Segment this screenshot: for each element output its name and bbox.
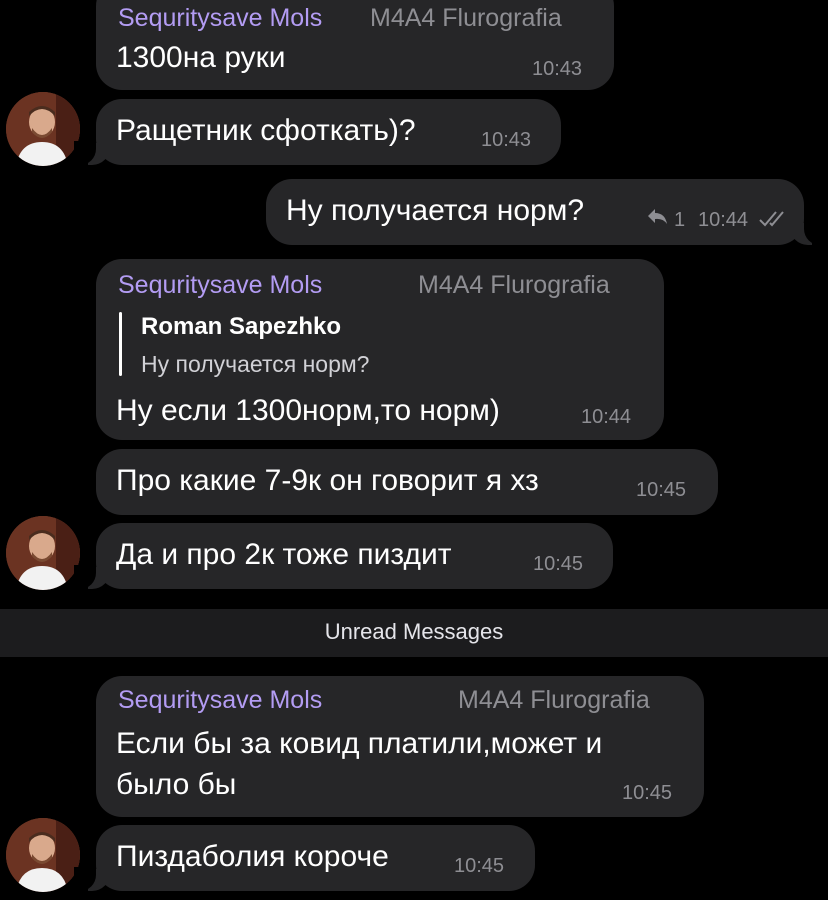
read-receipt-icon — [758, 209, 792, 235]
message-text-line: было бы — [116, 768, 237, 801]
avatar[interactable] — [6, 818, 80, 892]
sender-channel: M4A4 Flurografia — [370, 4, 562, 32]
sender-name[interactable]: Sequritysave Mols — [118, 271, 322, 300]
message-bubble[interactable]: Sequritysave Mols M4A4 Flurografia Если … — [96, 676, 704, 817]
avatar[interactable] — [6, 516, 80, 590]
sender-channel: M4A4 Flurografia — [458, 686, 650, 714]
message-text-line: Если бы за ковид платили,может и — [116, 727, 603, 760]
outgoing-message-bubble[interactable]: Ну получается норм? 1 10:44 — [266, 179, 826, 245]
message-time: 10:44 — [581, 406, 632, 428]
sender-name[interactable]: Sequritysave Mols — [118, 686, 322, 715]
unread-divider: Unread Messages — [0, 609, 828, 657]
message-text: Ну если 1300норм,то норм) — [116, 394, 500, 427]
message-time: 10:43 — [532, 58, 583, 80]
message-text: Про какие 7-9к он говорит я хз — [116, 464, 539, 497]
message-bubble[interactable]: Пиздаболия короче 10:45 — [74, 825, 535, 891]
message-time: 10:45 — [622, 782, 673, 804]
reply-count: 1 — [674, 209, 686, 231]
message-text: Да и про 2к тоже пиздит — [116, 538, 452, 571]
message-bubble[interactable]: Sequritysave Mols M4A4 Flurografia Roman… — [96, 259, 664, 440]
message-time: 10:43 — [481, 129, 532, 151]
message-time: 10:44 — [698, 209, 749, 231]
message-text: 1300на руки — [116, 41, 286, 74]
message-text: Пиздаболия короче — [116, 840, 389, 873]
message-text: Ну получается норм? — [286, 194, 585, 227]
unread-label: Unread Messages — [324, 619, 504, 644]
message-bubble[interactable]: Ращетник сфоткать)? 10:43 — [74, 99, 561, 165]
message-time: 10:45 — [454, 855, 505, 877]
message-time: 10:45 — [636, 479, 687, 501]
sender-name[interactable]: Sequritysave Mols — [118, 4, 322, 33]
message-time: 10:45 — [533, 553, 584, 575]
quote-bar — [119, 312, 122, 376]
message-bubble[interactable]: Да и про 2к тоже пиздит 10:45 — [74, 523, 613, 589]
quote-author[interactable]: Roman Sapezhko — [141, 313, 341, 341]
reply-icon[interactable] — [646, 205, 668, 231]
avatar[interactable] — [6, 92, 80, 166]
message-bubble[interactable]: Про какие 7-9к он говорит я хз 10:45 — [96, 449, 718, 515]
quote-text[interactable]: Ну получается норм? — [141, 351, 369, 378]
sender-channel: M4A4 Flurografia — [418, 271, 610, 299]
message-bubble[interactable]: Sequritysave Mols M4A4 Flurografia 1300н… — [96, 0, 614, 90]
message-text: Ращетник сфоткать)? — [116, 114, 416, 147]
